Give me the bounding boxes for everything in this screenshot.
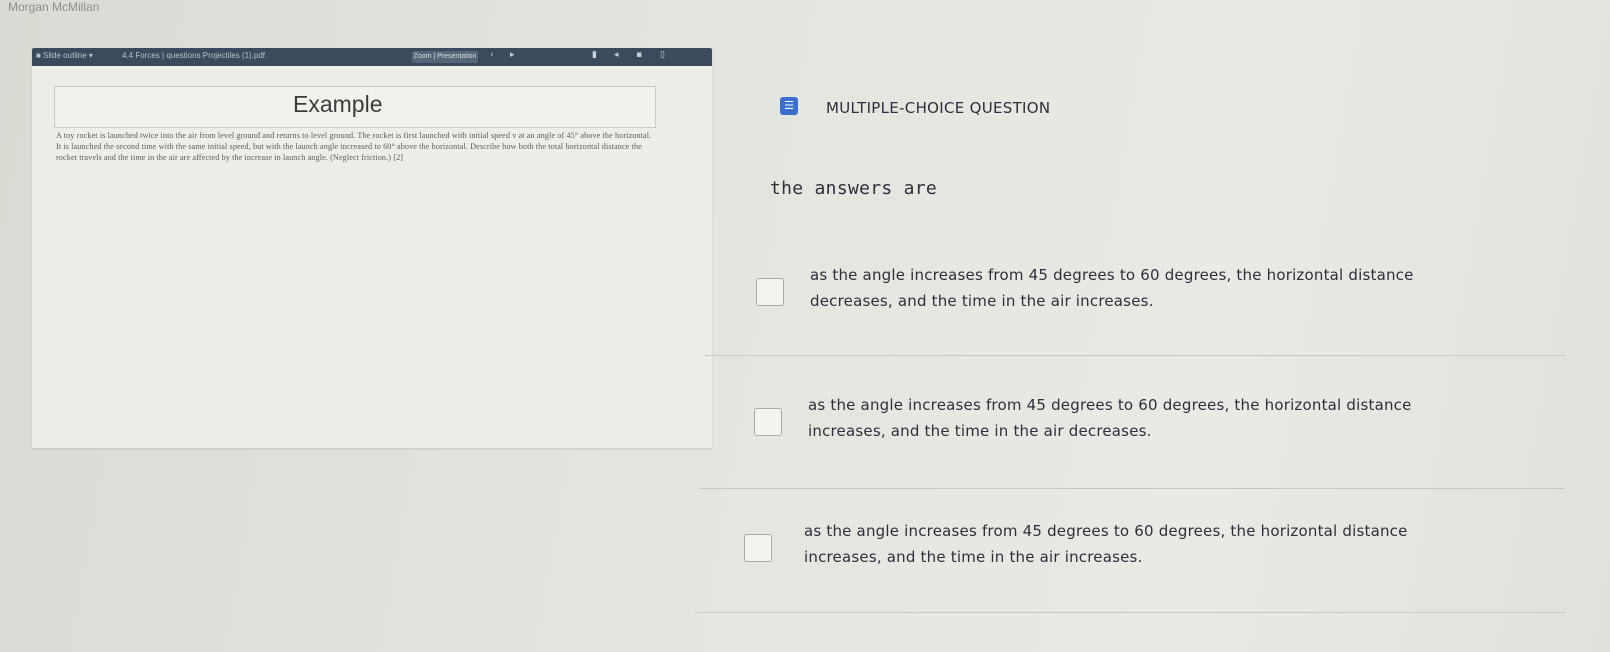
example-screenshot: ■ Slide outline ▾ 4.4 Forces | questions… (32, 48, 712, 448)
list-icon: ☰ (780, 97, 798, 115)
option-divider (705, 355, 1565, 356)
download-icon[interactable]: ▯ (660, 50, 665, 60)
option-text-line-1: as the angle increases from 45 degrees t… (810, 266, 1414, 284)
option-text-line-1: as the angle increases from 45 degrees t… (808, 396, 1412, 414)
option-text-line-2: decreases, and the time in the air incre… (810, 292, 1154, 310)
option-checkbox[interactable] (754, 408, 782, 436)
option-text: as the angle increases from 45 degrees t… (804, 518, 1524, 570)
nav-icon[interactable]: ‹ (490, 50, 494, 60)
option-checkbox[interactable] (756, 278, 784, 306)
option-checkbox[interactable] (744, 534, 772, 562)
pdf-toolbar: ■ Slide outline ▾ 4.4 Forces | questions… (32, 48, 712, 66)
example-title: Example (293, 91, 383, 117)
question-text: the answers are (770, 178, 938, 199)
pdf-filename: 4.4 Forces | questions Projectiles (1).p… (122, 51, 266, 60)
option-divider (700, 488, 1565, 489)
option-text-line-2: increases, and the time in the air decre… (808, 422, 1152, 440)
bookmark-icon[interactable]: ▮ (592, 50, 597, 60)
option-divider (695, 612, 1565, 613)
example-heading-box: Example (54, 86, 656, 128)
option-text-line-1: as the angle increases from 45 degrees t… (804, 522, 1408, 540)
user-name: Morgan McMillan (8, 0, 100, 14)
zoom-control[interactable]: Zoom | Presentation (412, 51, 478, 63)
mcq-type-label: MULTIPLE-CHOICE QUESTION (826, 99, 1051, 117)
option-text: as the angle increases from 45 degrees t… (810, 262, 1530, 314)
answer-option-2[interactable]: as the angle increases from 45 degrees t… (700, 392, 1560, 502)
slide-outline-toggle[interactable]: ■ Slide outline ▾ (36, 51, 93, 60)
problem-statement: A toy rocket is launched twice into the … (56, 131, 652, 162)
option-text: as the angle increases from 45 degrees t… (808, 392, 1528, 444)
share-icon[interactable]: ◂ (614, 50, 619, 60)
print-icon[interactable]: ▪ (636, 50, 642, 60)
option-text-line-2: increases, and the time in the air incre… (804, 548, 1143, 566)
page-icon[interactable]: ▸ (510, 50, 515, 60)
